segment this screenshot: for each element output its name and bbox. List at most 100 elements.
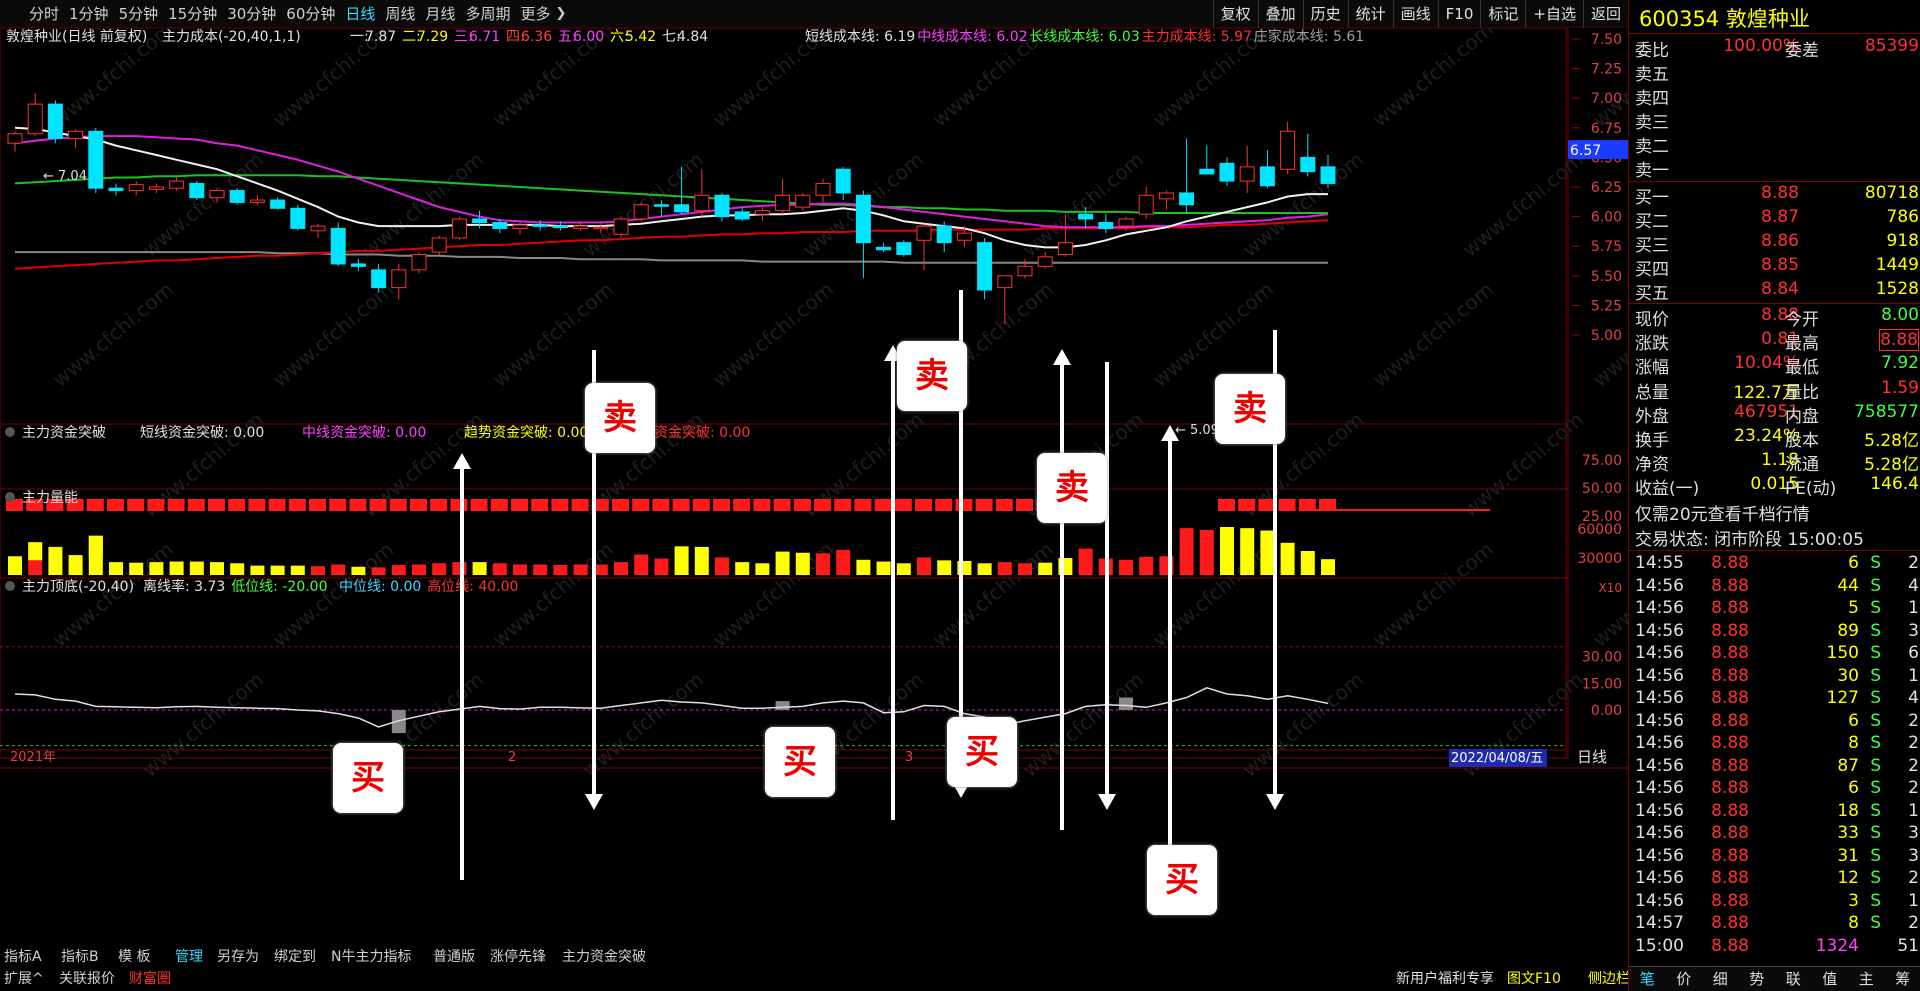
- tool-button[interactable]: F10: [1437, 0, 1481, 28]
- promo-text[interactable]: 仅需20元查看千档行情: [1635, 500, 1810, 525]
- breakout-bar: [1117, 499, 1134, 511]
- right-tools: 复权 叠加 历史 统计 画线 F10 标记 +自选 返回: [1212, 0, 1628, 28]
- tool-button[interactable]: 统计: [1347, 0, 1393, 28]
- quote-cell: 8.85: [1761, 255, 1799, 275]
- quote-cell: 8.88: [1711, 688, 1749, 708]
- tick-row: 14:56 8.88 44 S 4: [1629, 576, 1920, 599]
- period-tab[interactable]: 5分钟: [114, 0, 164, 28]
- bottom-right-link[interactable]: 新用户福利专享: [1396, 968, 1494, 988]
- quote-cell: 14:56: [1635, 710, 1684, 731]
- candle-body: [1138, 194, 1154, 215]
- cost-line-label: 中线成本线: 6.02: [917, 29, 1027, 45]
- breakout-bar: [793, 499, 811, 511]
- indicator-tab[interactable]: 主力资金突破: [562, 946, 646, 966]
- volume-bar: [1240, 528, 1255, 575]
- candle-body: [1239, 166, 1255, 182]
- volume-bar: [735, 562, 750, 575]
- indicator-tab[interactable]: 绑定到: [274, 946, 316, 966]
- tool-button[interactable]: 标记: [1480, 0, 1525, 28]
- period-tab[interactable]: 多周期: [460, 0, 515, 28]
- bottom-right-link[interactable]: 图文F10: [1507, 968, 1561, 988]
- candle-body: [128, 184, 144, 192]
- quote-cell: 8.84: [1761, 279, 1799, 299]
- candle-body: [1199, 168, 1215, 175]
- indicator-tab[interactable]: 另存为: [217, 946, 259, 966]
- year-label: 2021年: [10, 750, 56, 765]
- quote-cell: 14:56: [1635, 598, 1684, 618]
- breakout-bar: [430, 499, 448, 511]
- quote-tab[interactable]: 笔: [1629, 967, 1666, 991]
- tool-button[interactable]: +自选: [1525, 0, 1583, 28]
- sell-level-row: 卖三: [1629, 108, 1920, 133]
- period-tab[interactable]: 更多: [515, 0, 555, 28]
- tool-button[interactable]: 返回: [1582, 0, 1628, 28]
- quote-tab[interactable]: 势: [1739, 967, 1776, 991]
- quote-tab[interactable]: 筹: [1885, 967, 1920, 991]
- volume-bar: [533, 564, 548, 575]
- quote-cell: 85399: [1864, 36, 1919, 56]
- indicator-tab[interactable]: 涨停先锋: [490, 946, 546, 966]
- panel2-item: 趋势资金突破: 0.00: [464, 425, 588, 441]
- breakout-bar: [733, 499, 751, 511]
- indicator-tab[interactable]: 模 板: [118, 946, 150, 966]
- buy-level-row: 买一 8.88 80718: [1629, 183, 1920, 208]
- quote-cell: 14:56: [1635, 868, 1684, 888]
- indicator-tab[interactable]: 管理: [175, 946, 203, 966]
- quote-tab[interactable]: 联: [1775, 967, 1812, 991]
- bottom-link[interactable]: 关联报价: [59, 968, 115, 988]
- candle-body: [754, 210, 770, 215]
- period-tab[interactable]: 分时: [24, 0, 64, 28]
- watermark-text: www.cfchi.com: [1368, 28, 1498, 132]
- volume-bar: [452, 562, 467, 575]
- watermark-text: www.cfchi.com: [708, 277, 838, 392]
- buy-level-row: 买四 8.85 1449: [1629, 255, 1920, 280]
- quote-cell: 8.88: [1711, 643, 1749, 663]
- quote-cell: S: [1870, 778, 1881, 798]
- period-tab[interactable]: 月线: [420, 0, 460, 28]
- breakout-bar: [1177, 499, 1195, 511]
- tool-button[interactable]: 叠加: [1257, 0, 1303, 28]
- volume-bar: [492, 563, 507, 575]
- breakout-bar: [571, 499, 589, 511]
- period-tab[interactable]: 15分钟: [163, 0, 222, 28]
- tool-button[interactable]: 复权: [1212, 0, 1258, 28]
- indicator-tab[interactable]: N牛主力指标: [331, 946, 411, 966]
- volume-bar: [432, 563, 447, 575]
- period-tab[interactable]: 1分钟: [64, 0, 114, 28]
- candle-body: [1057, 242, 1073, 255]
- period-tab[interactable]: 30分钟: [222, 0, 281, 28]
- period-tab[interactable]: 日线: [340, 0, 380, 28]
- volume-bar: [937, 560, 952, 575]
- quote-cell: PE(动): [1785, 479, 1837, 500]
- quote-cell: S: [1870, 575, 1881, 596]
- indicator-tab[interactable]: 普通版: [433, 946, 475, 966]
- period-tab[interactable]: 周线: [380, 0, 420, 28]
- tool-button[interactable]: 画线: [1392, 0, 1438, 28]
- quote-cell: 1449: [1875, 255, 1919, 275]
- period-tab[interactable]: 60分钟: [281, 0, 340, 28]
- quote-tab[interactable]: 主: [1848, 967, 1885, 991]
- panel4-item: 中位线: 0.00: [339, 579, 421, 595]
- quote-cell: 卖二: [1635, 137, 1669, 157]
- quote-tab[interactable]: 值: [1812, 967, 1849, 991]
- tick-row: 14:56 8.88 150 S 6: [1629, 643, 1920, 666]
- quote-cell: 流通: [1785, 455, 1819, 476]
- buy-level-row: 买三 8.86 918: [1629, 231, 1920, 256]
- quote-cell: 8.00: [1881, 305, 1919, 325]
- candle-body: [552, 225, 568, 229]
- level-value: 6.00: [573, 29, 604, 45]
- quote-tab[interactable]: 细: [1702, 967, 1739, 991]
- quote-cell: 12: [1837, 868, 1859, 888]
- breakout-bar: [955, 499, 973, 511]
- quote-tab[interactable]: 价: [1666, 967, 1703, 991]
- indicator-tab[interactable]: 指标B: [61, 946, 99, 966]
- volume-bar: [715, 557, 729, 575]
- bottom-link[interactable]: 扩展^: [4, 968, 44, 988]
- more-chevron-icon[interactable]: ❯: [555, 6, 566, 21]
- tool-button[interactable]: 历史: [1302, 0, 1348, 28]
- marker-bar: [775, 701, 790, 710]
- quote-cell: 14:56: [1635, 733, 1684, 753]
- bottom-link[interactable]: 财富圈: [129, 968, 171, 988]
- indicator-tab[interactable]: 指标A: [4, 946, 42, 966]
- quote-cell: 150: [1826, 643, 1859, 663]
